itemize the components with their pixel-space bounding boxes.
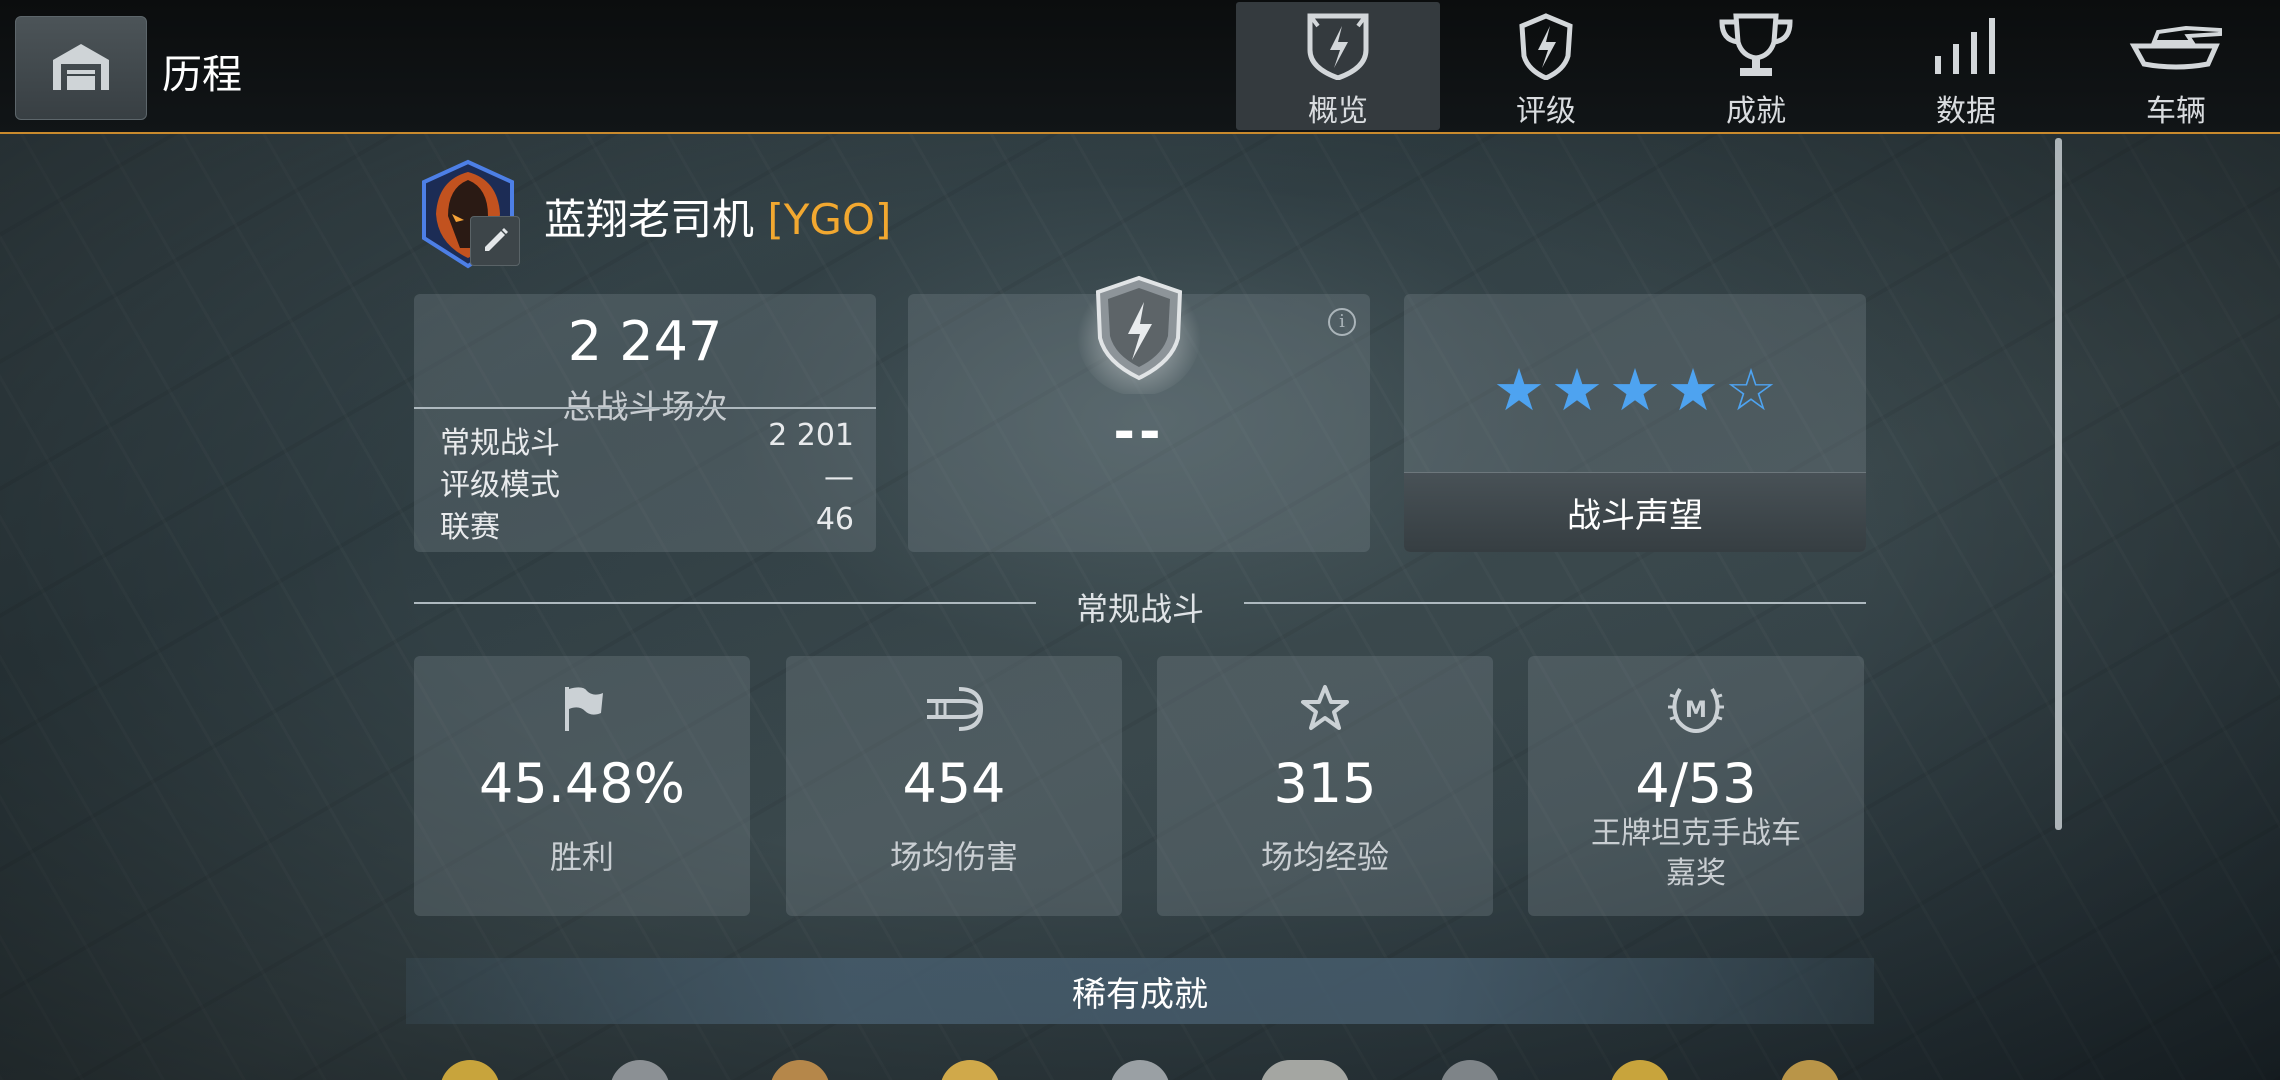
stat-card-avg-damage[interactable]: 454 场均伤害 [786, 656, 1122, 916]
garage-button[interactable] [15, 16, 147, 120]
rating-shield-icon [1074, 264, 1204, 396]
stat-label-line: 嘉奖 [1666, 856, 1726, 891]
pencil-icon [479, 223, 511, 259]
garage-icon [49, 38, 113, 98]
stat-label: 场均伤害 [889, 838, 1018, 876]
clan-tag[interactable]: [YGO] [767, 195, 891, 244]
total-battles-card: 2 247 总战斗场次 常规战斗 2 201 评级模式 — 联赛 46 [414, 294, 876, 552]
divider [1244, 602, 1866, 604]
row-value: 2 201 [768, 418, 854, 453]
shield-lightning-icon [1302, 10, 1374, 82]
shell-icon [786, 680, 1122, 736]
rating-card[interactable]: i -- [908, 272, 1370, 552]
tab-label: 成就 [1726, 94, 1786, 129]
tab-overview[interactable]: 概览 [1236, 2, 1440, 130]
star-outline-icon [1157, 680, 1493, 736]
bar-signal-icon [1931, 10, 2001, 82]
tab-rating[interactable]: 评级 [1444, 2, 1648, 130]
rating-value: -- [1113, 402, 1165, 462]
reputation-stars: ★ ★ ★ ★ ☆ [1404, 360, 1866, 420]
rating-badge-icon [1516, 10, 1576, 82]
stat-value: 4/53 [1635, 752, 1757, 815]
scrollbar[interactable] [2055, 138, 2062, 830]
row-label: 常规战斗 [440, 426, 560, 461]
tab-label: 概览 [1308, 94, 1368, 129]
stat-value: 454 [902, 752, 1006, 815]
tab-label: 数据 [1936, 94, 1996, 129]
row-label: 联赛 [440, 510, 500, 545]
stat-label: 胜利 [549, 838, 614, 876]
trophy-icon [1716, 10, 1796, 82]
row-label: 评级模式 [440, 468, 560, 503]
stat-card-avg-xp[interactable]: 315 场均经验 [1157, 656, 1493, 916]
stat-card-mastery[interactable]: M 4/53 王牌坦克手战车 嘉奖 [1528, 656, 1864, 916]
battle-row-league: 联赛 46 [440, 502, 854, 546]
row-value: 46 [815, 502, 854, 537]
top-bar: 历程 概览 评级 成就 数据 车辆 [0, 0, 2280, 134]
star-filled-icon: ★ [1609, 356, 1661, 424]
stat-label-line: 王牌坦克手战车 [1591, 816, 1801, 851]
mastery-laurel-icon: M [1528, 680, 1864, 736]
reputation-card: ★ ★ ★ ★ ☆ 战斗声望 [1404, 294, 1866, 552]
battle-row-rating: 评级模式 — [440, 460, 854, 504]
flag-icon [414, 680, 750, 736]
battle-reputation-button[interactable]: 战斗声望 [1404, 472, 1866, 552]
stat-value: 315 [1273, 752, 1377, 815]
player-nickname: 蓝翔老司机 [544, 195, 755, 244]
svg-text:M: M [1685, 698, 1707, 723]
player-name: 蓝翔老司机 [YGO] [544, 186, 891, 247]
tab-achievements[interactable]: 成就 [1654, 2, 1858, 130]
edit-avatar-button[interactable] [470, 216, 520, 266]
total-battles-value: 2 247 [567, 310, 723, 373]
page-title: 历程 [162, 52, 242, 98]
rare-achievements-header[interactable]: 稀有成就 [406, 958, 1874, 1024]
star-empty-icon: ☆ [1725, 356, 1777, 424]
stat-card-winrate[interactable]: 45.48% 胜利 [414, 656, 750, 916]
divider [414, 407, 876, 409]
divider [414, 602, 1036, 604]
battle-row-regular: 常规战斗 2 201 [440, 418, 854, 462]
tab-label: 车辆 [2146, 94, 2206, 129]
star-filled-icon: ★ [1493, 356, 1545, 424]
stat-label: 场均经验 [1260, 838, 1389, 876]
tab-vehicles[interactable]: 车辆 [2074, 2, 2278, 130]
star-filled-icon: ★ [1551, 356, 1603, 424]
section-title-regular: 常规战斗 [1075, 590, 1204, 628]
stat-label: 王牌坦克手战车 嘉奖 [1528, 814, 1864, 894]
tab-statistics[interactable]: 数据 [1864, 2, 2068, 130]
tank-icon [2128, 10, 2224, 82]
star-filled-icon: ★ [1667, 356, 1719, 424]
stat-value: 45.48% [479, 752, 685, 815]
info-icon[interactable]: i [1328, 308, 1356, 336]
row-value: — [824, 460, 854, 495]
tab-label: 评级 [1516, 94, 1576, 129]
